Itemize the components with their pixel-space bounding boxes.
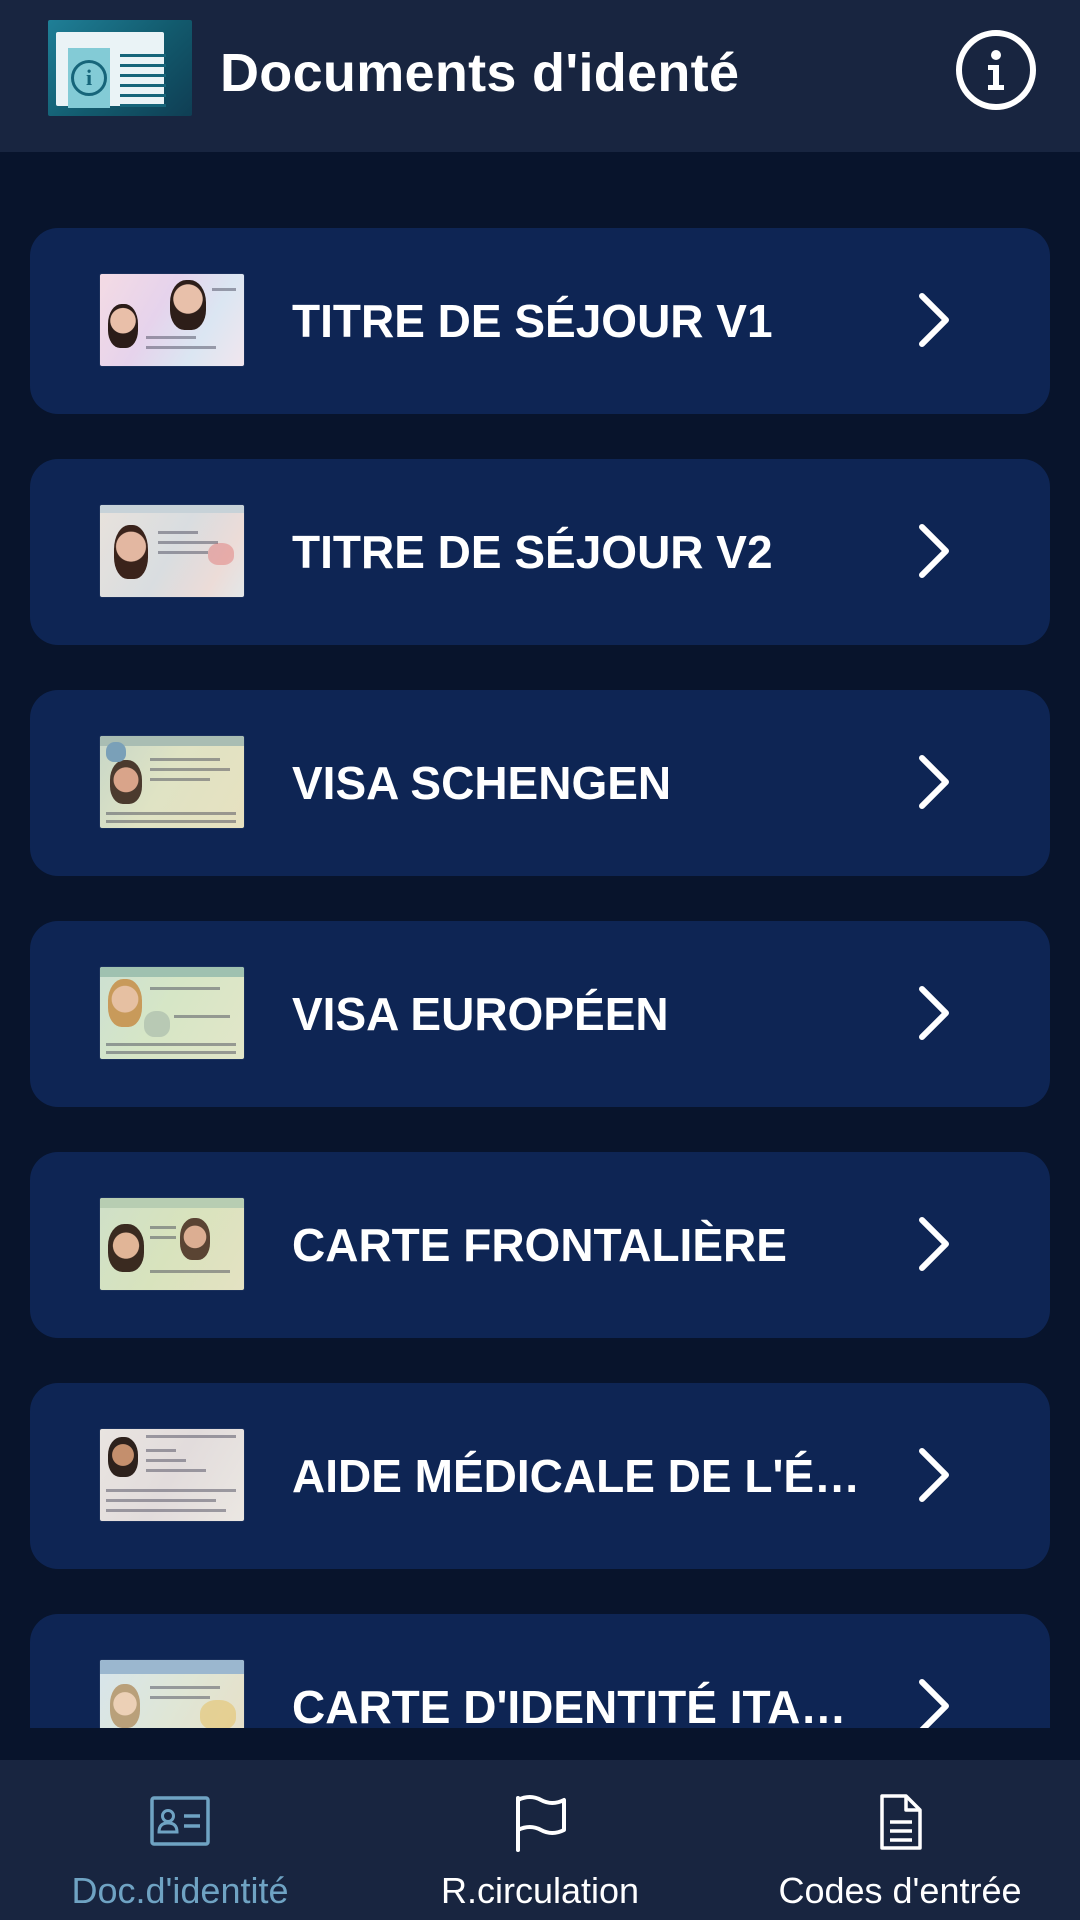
chevron-right-icon <box>919 1679 949 1728</box>
app-header: i Documents d'identé <box>0 0 1080 152</box>
chevron-right-icon <box>919 986 949 1040</box>
document-item-visa-schengen[interactable]: VISA SCHENGEN <box>30 690 1050 876</box>
nav-label: Doc.d'identité <box>71 1870 289 1911</box>
document-label: VISA EUROPÉEN <box>292 988 669 1040</box>
chevron-right-icon <box>919 1217 949 1271</box>
european-visa-thumbnail <box>100 967 244 1059</box>
nav-label: R.circulation <box>440 1870 640 1911</box>
nav-codes-entree[interactable]: Codes d'entrée <box>720 1760 1080 1920</box>
document-list[interactable]: TITRE DE SÉJOUR V1 TITRE DE SÉJOUR V2 VI… <box>0 152 1080 1728</box>
italian-id-card-thumbnail <box>100 1660 244 1728</box>
bottom-navigation: Doc.d'identité R.circulation Codes d'ent… <box>0 1760 1080 1920</box>
document-label: TITRE DE SÉJOUR V2 <box>292 526 773 578</box>
document-label: AIDE MÉDICALE DE L'ÉT... <box>292 1450 872 1502</box>
info-circle-icon <box>988 50 1004 90</box>
document-item-titre-sejour-v2[interactable]: TITRE DE SÉJOUR V2 <box>30 459 1050 645</box>
nav-r-circulation[interactable]: R.circulation <box>360 1760 720 1920</box>
document-item-carte-frontaliere[interactable]: CARTE FRONTALIÈRE <box>30 1152 1050 1338</box>
page-title: Documents d'identé <box>220 43 740 103</box>
chevron-right-icon <box>919 524 949 578</box>
info-button[interactable] <box>956 30 1036 110</box>
border-card-thumbnail <box>100 1198 244 1290</box>
document-label: CARTE FRONTALIÈRE <box>292 1219 787 1271</box>
chevron-right-icon <box>919 1448 949 1502</box>
document-icon <box>880 1794 922 1850</box>
nav-label: Codes d'entrée <box>778 1870 1022 1911</box>
chevron-right-icon <box>919 293 949 347</box>
document-item-visa-europeen[interactable]: VISA EUROPÉEN <box>30 921 1050 1107</box>
id-card-icon <box>150 1796 210 1846</box>
chevron-right-icon <box>919 755 949 809</box>
document-item-carte-identite-italienne[interactable]: CARTE D'IDENTITÉ ITALI... <box>30 1614 1050 1728</box>
document-item-titre-sejour-v1[interactable]: TITRE DE SÉJOUR V1 <box>30 228 1050 414</box>
document-label: TITRE DE SÉJOUR V1 <box>292 295 773 347</box>
document-label: VISA SCHENGEN <box>292 757 672 809</box>
state-medical-aid-thumbnail <box>100 1429 244 1521</box>
residence-permit-v2-thumbnail <box>100 505 244 597</box>
document-label: CARTE D'IDENTITÉ ITALI... <box>292 1681 872 1728</box>
flag-icon <box>516 1795 566 1852</box>
residence-permit-v1-thumbnail <box>100 274 244 366</box>
id-card-info-icon: i <box>48 20 192 116</box>
nav-doc-identite[interactable]: Doc.d'identité <box>0 1760 360 1920</box>
schengen-visa-thumbnail <box>100 736 244 828</box>
document-item-aide-medicale[interactable]: AIDE MÉDICALE DE L'ÉT... <box>30 1383 1050 1569</box>
